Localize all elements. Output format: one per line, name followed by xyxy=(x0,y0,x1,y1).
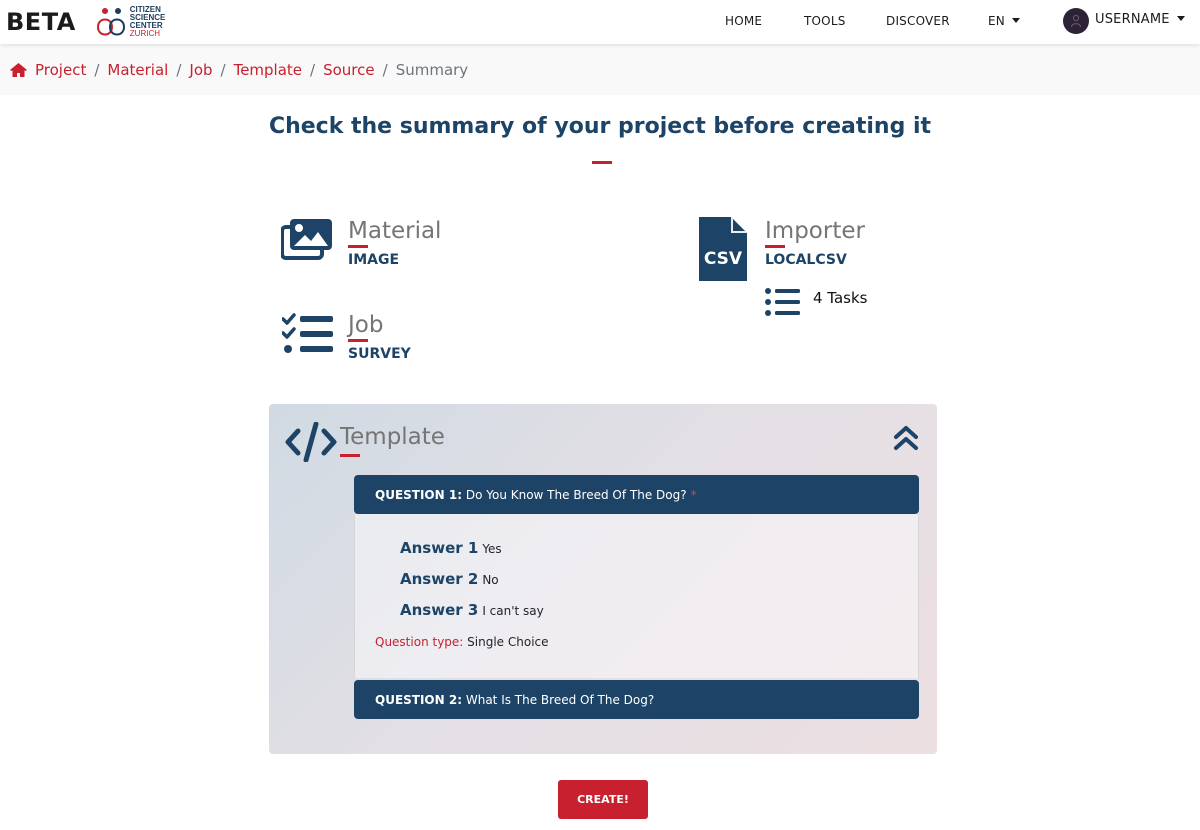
breadcrumb-project[interactable]: Project xyxy=(35,61,86,79)
breadcrumb-separator: / xyxy=(310,60,316,79)
breadcrumb: Project / Material / Job / Template / So… xyxy=(0,44,1200,95)
answer-3: Answer 3I can't say xyxy=(400,600,544,619)
required-mark: * xyxy=(690,487,697,502)
create-button[interactable]: CREATE! xyxy=(558,780,648,819)
list-icon xyxy=(765,288,800,316)
language-label: EN xyxy=(988,14,1005,28)
question-type-value: Single Choice xyxy=(467,635,549,649)
breadcrumb-source[interactable]: Source xyxy=(323,61,375,79)
images-icon xyxy=(281,219,332,260)
answer-1-text: Yes xyxy=(482,542,502,556)
tasks-count: 4 Tasks xyxy=(813,289,868,307)
question-1-text: Do You Know The Breed Of The Dog? xyxy=(465,487,687,502)
job-title: Job xyxy=(348,312,384,338)
breadcrumb-separator: / xyxy=(176,60,182,79)
question-2-label: QUESTION 2: xyxy=(375,692,463,707)
answer-1: Answer 1 Yes xyxy=(400,538,502,557)
svg-text:CSV: CSV xyxy=(704,249,743,269)
template-title: Template xyxy=(340,424,445,450)
breadcrumb-material[interactable]: Material xyxy=(107,61,168,79)
breadcrumb-separator: / xyxy=(382,60,388,79)
question-2-text: What Is The Breed Of The Dog? xyxy=(465,692,655,707)
nav-discover-link[interactable]: DISCOVER xyxy=(886,14,950,28)
answer-2-label: Answer 2 xyxy=(400,570,479,588)
nav-tools-link[interactable]: TOOLS xyxy=(804,14,846,28)
code-icon xyxy=(285,422,337,462)
importer-underline xyxy=(765,245,785,248)
material-underline xyxy=(348,245,368,248)
title-underline xyxy=(592,161,612,164)
question-type-label: Question type: xyxy=(375,635,464,649)
question-2-header[interactable]: QUESTION 2: What Is The Breed Of The Dog… xyxy=(354,680,919,719)
tasks-icon xyxy=(282,313,333,353)
breadcrumb-separator: / xyxy=(220,60,226,79)
question-1-label: QUESTION 1: xyxy=(375,487,463,502)
material-summary: Material IMAGE xyxy=(348,218,441,268)
answer-2-text: No xyxy=(482,573,499,587)
user-icon xyxy=(1071,14,1081,28)
importer-title: Importer xyxy=(765,218,865,244)
question-type: Question type: Single Choice xyxy=(375,635,549,649)
breadcrumb-template[interactable]: Template xyxy=(234,61,302,79)
job-value: SURVEY xyxy=(348,346,411,362)
importer-summary: Importer LOCALCSV xyxy=(765,218,865,268)
material-value: IMAGE xyxy=(348,252,400,268)
material-title: Material xyxy=(348,218,442,244)
importer-value: LOCALCSV xyxy=(765,252,847,268)
answer-1-label: Answer 1 xyxy=(400,539,479,557)
answer-3-label: Answer 3 xyxy=(400,601,479,619)
question-1-header[interactable]: QUESTION 1: Do You Know The Breed Of The… xyxy=(354,475,919,514)
double-chevron-up-icon[interactable] xyxy=(893,424,919,452)
template-panel: Template QUESTION 1: Do You Know The Bre… xyxy=(269,404,937,754)
chevron-down-icon xyxy=(1176,16,1185,21)
breadcrumb-summary: Summary xyxy=(395,60,469,79)
avatar[interactable] xyxy=(1063,8,1089,34)
nav-home-link[interactable]: HOME xyxy=(725,14,762,28)
answer-3-text: I can't say xyxy=(482,604,544,618)
question-1-body: Answer 1 Yes Answer 2 No Answer 3I can't s… xyxy=(354,514,919,678)
top-navbar: BETA CITIZEN SCIENCE CENTER ZURICH HOME … xyxy=(0,0,1200,44)
job-summary: Job SURVEY xyxy=(348,312,411,362)
chevron-down-icon xyxy=(1011,18,1020,23)
template-underline xyxy=(340,454,360,457)
page-title: Check the summary of your project before… xyxy=(268,114,932,139)
answer-2: Answer 2 No xyxy=(400,569,499,588)
language-dropdown[interactable]: EN xyxy=(988,14,1020,28)
breadcrumb-separator: / xyxy=(94,60,100,79)
breadcrumb-job[interactable]: Job xyxy=(189,61,212,79)
home-icon[interactable] xyxy=(9,62,28,78)
csv-file-icon: CSV xyxy=(699,217,747,281)
nav-links: HOME TOOLS DISCOVER EN USERNAME xyxy=(0,0,1200,44)
user-menu-dropdown[interactable]: USERNAME xyxy=(1095,12,1185,27)
username-label: USERNAME xyxy=(1095,12,1170,27)
job-underline xyxy=(348,339,368,342)
